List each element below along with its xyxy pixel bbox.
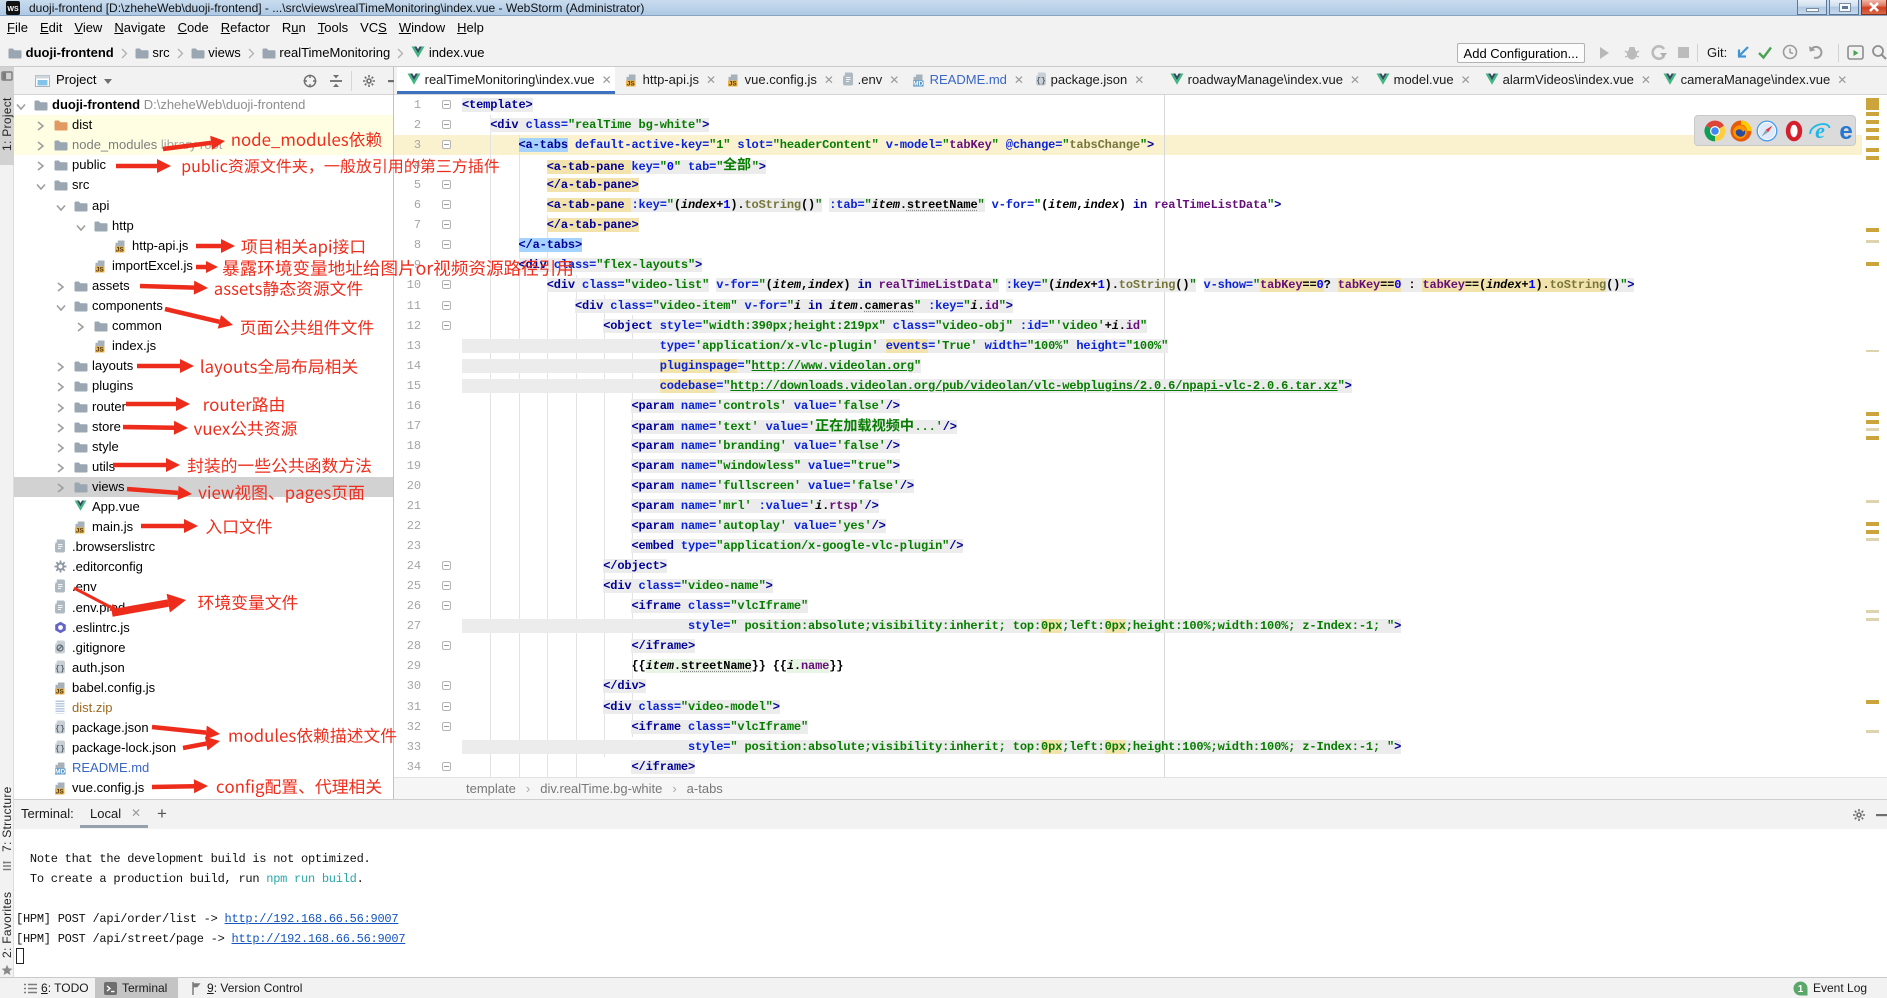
svg-text:MD: MD: [55, 769, 65, 775]
svg-text:JS: JS: [96, 347, 105, 353]
svg-text:1: 1: [1798, 984, 1804, 995]
svg-text:JS: JS: [76, 528, 85, 534]
svg-text:JS: JS: [56, 689, 65, 695]
svg-text:{}: {}: [1036, 77, 1046, 86]
svg-text:JS: JS: [56, 789, 65, 795]
svg-text:e: e: [1839, 119, 1852, 143]
svg-text:{}: {}: [55, 725, 65, 734]
svg-text:WS: WS: [7, 6, 19, 13]
svg-text:JS: JS: [96, 266, 105, 272]
svg-text:JS: JS: [116, 246, 125, 252]
svg-text:MD: MD: [913, 81, 923, 87]
svg-text:{}: {}: [55, 665, 65, 674]
svg-text:JS: JS: [729, 81, 738, 87]
svg-text:JS: JS: [627, 81, 636, 87]
svg-text:{}: {}: [55, 745, 65, 754]
svg-text:e: e: [1815, 119, 1825, 143]
